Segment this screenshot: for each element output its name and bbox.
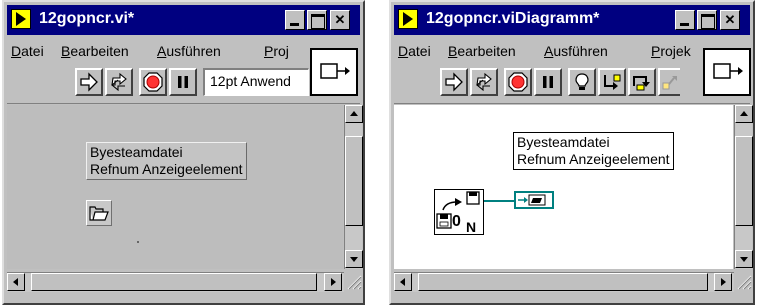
block-diagram-window: 12gopncr.viDiagramm* ✕ Datei Bearbeiten … [389, 0, 755, 305]
vi-run-icon [11, 9, 31, 29]
menu-bearbeiten[interactable]: Bearbeiten [61, 43, 129, 59]
file-refnum-icon[interactable] [86, 200, 112, 226]
title-bar[interactable]: 12gopncr.viDiagramm* ✕ [394, 5, 750, 35]
vertical-scroll-thumb[interactable] [735, 136, 753, 226]
maximize-button[interactable] [697, 10, 717, 30]
abort-icon[interactable] [139, 68, 167, 96]
step-over-icon[interactable] [628, 68, 656, 96]
scroll-down-button[interactable] [345, 250, 363, 268]
vertical-scrollbar[interactable] [344, 105, 363, 269]
horizontal-scroll-thumb[interactable] [418, 273, 708, 291]
refnum-wire[interactable] [484, 200, 514, 202]
font-ring[interactable]: 12pt Anwend [203, 68, 309, 96]
menu-bearbeiten[interactable]: Bearbeiten [448, 43, 516, 59]
menu-ausfuehren[interactable]: Ausführen [157, 43, 221, 59]
block-diagram-canvas[interactable]: Byesteamdatei Refnum Anzeigeelement 0 N [394, 105, 733, 269]
vertical-scroll-thumb[interactable] [345, 136, 363, 226]
terminal-label[interactable]: Byesteamdatei Refnum Anzeigeelement [513, 132, 674, 170]
close-button[interactable]: ✕ [330, 10, 350, 30]
horizontal-scroll-thumb[interactable] [31, 273, 317, 291]
minimize-button[interactable] [675, 10, 695, 30]
run-continuously-icon[interactable] [470, 68, 498, 96]
toolbar: 12pt Anwend [7, 62, 360, 104]
resize-grip-icon[interactable] [344, 272, 362, 290]
abort-icon[interactable] [504, 68, 532, 96]
run-arrow-icon[interactable] [75, 68, 103, 96]
front-panel-window: 12gopncr.vi* ✕ Datei Bearbeiten Ausführe… [2, 0, 365, 305]
menu-projekt[interactable]: Proj [264, 43, 289, 59]
menu-projekt[interactable]: Projek [651, 43, 691, 59]
menu-datei[interactable]: Datei [398, 43, 431, 59]
scroll-down-button[interactable] [735, 250, 753, 268]
window-title: 12gopncr.viDiagramm* [426, 10, 600, 27]
node-subscript: N [466, 219, 477, 235]
maximize-button[interactable] [307, 10, 327, 30]
open-file-node[interactable]: 0 N [434, 189, 484, 235]
menu-bar: Datei Bearbeiten Ausführen Projek [394, 38, 750, 62]
scroll-up-button[interactable] [345, 105, 363, 123]
connector-pane-icon[interactable] [703, 48, 751, 96]
step-out-icon[interactable] [658, 68, 680, 96]
front-panel-canvas[interactable]: Byesteamdatei Refnum Anzeigeelement [7, 105, 343, 269]
menu-ausfuehren[interactable]: Ausführen [544, 43, 608, 59]
resize-grip-icon[interactable] [734, 272, 752, 290]
scroll-right-button[interactable] [714, 273, 732, 291]
vi-run-icon [398, 9, 418, 29]
scroll-up-button[interactable] [735, 105, 753, 123]
file-refnum-icon [518, 194, 546, 206]
node-text: 0 [452, 213, 461, 230]
pause-icon[interactable] [534, 68, 562, 96]
title-bar[interactable]: 12gopncr.vi* ✕ [7, 5, 360, 35]
minimize-button[interactable] [285, 10, 305, 30]
highlight-execution-icon[interactable] [568, 68, 596, 96]
refnum-indicator-terminal[interactable] [514, 191, 554, 209]
pause-icon[interactable] [169, 68, 197, 96]
menu-bar: Datei Bearbeiten Ausführen Proj [7, 38, 360, 62]
toolbar [394, 62, 750, 104]
run-continuously-icon[interactable] [105, 68, 133, 96]
scroll-right-button[interactable] [324, 273, 342, 291]
step-into-icon[interactable] [598, 68, 626, 96]
panel-dot [137, 241, 139, 243]
horizontal-scrollbar[interactable] [7, 272, 344, 292]
control-label[interactable]: Byesteamdatei Refnum Anzeigeelement [86, 142, 247, 180]
close-button[interactable]: ✕ [720, 10, 740, 30]
scroll-left-button[interactable] [394, 273, 412, 291]
connector-pane-icon[interactable] [310, 48, 358, 96]
window-title: 12gopncr.vi* [39, 10, 135, 27]
run-arrow-icon[interactable] [440, 68, 468, 96]
horizontal-scrollbar[interactable] [394, 272, 734, 292]
scroll-left-button[interactable] [7, 273, 25, 291]
menu-datei[interactable]: Datei [11, 43, 44, 59]
vertical-scrollbar[interactable] [734, 105, 753, 269]
